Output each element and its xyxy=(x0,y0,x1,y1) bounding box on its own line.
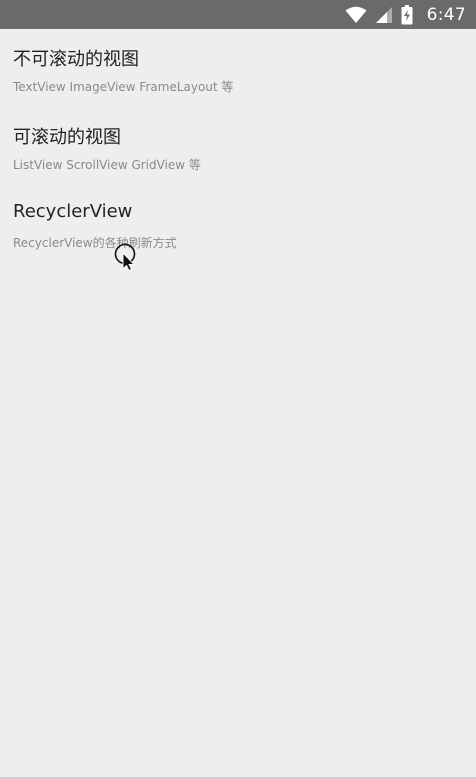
list-item-subtitle: RecyclerView的各种刷新方式 xyxy=(13,236,177,250)
list-item-recyclerview[interactable]: RecyclerView RecyclerView的各种刷新方式 xyxy=(0,185,476,263)
list-item-title: 可滚动的视图 xyxy=(13,127,121,148)
app-screen: 6:47 不可滚动的视图 TextView ImageView FrameLay… xyxy=(0,0,476,779)
status-icons: 6:47 xyxy=(345,0,466,29)
list-item-subtitle: TextView ImageView FrameLayout 等 xyxy=(13,80,234,94)
wifi-icon xyxy=(345,6,367,24)
list-item-title: 不可滚动的视图 xyxy=(13,49,139,70)
status-time: 6:47 xyxy=(426,4,466,25)
list-item-scrollable-views[interactable]: 可滚动的视图 ListView ScrollView GridView 等 xyxy=(0,107,476,185)
battery-charging-icon xyxy=(401,4,413,25)
list-item-title: RecyclerView xyxy=(13,201,133,222)
list-item-non-scrollable-views[interactable]: 不可滚动的视图 TextView ImageView FrameLayout 等 xyxy=(0,29,476,107)
status-bar: 6:47 xyxy=(0,0,476,29)
signal-icon xyxy=(375,6,393,24)
list-item-subtitle: ListView ScrollView GridView 等 xyxy=(13,158,201,172)
